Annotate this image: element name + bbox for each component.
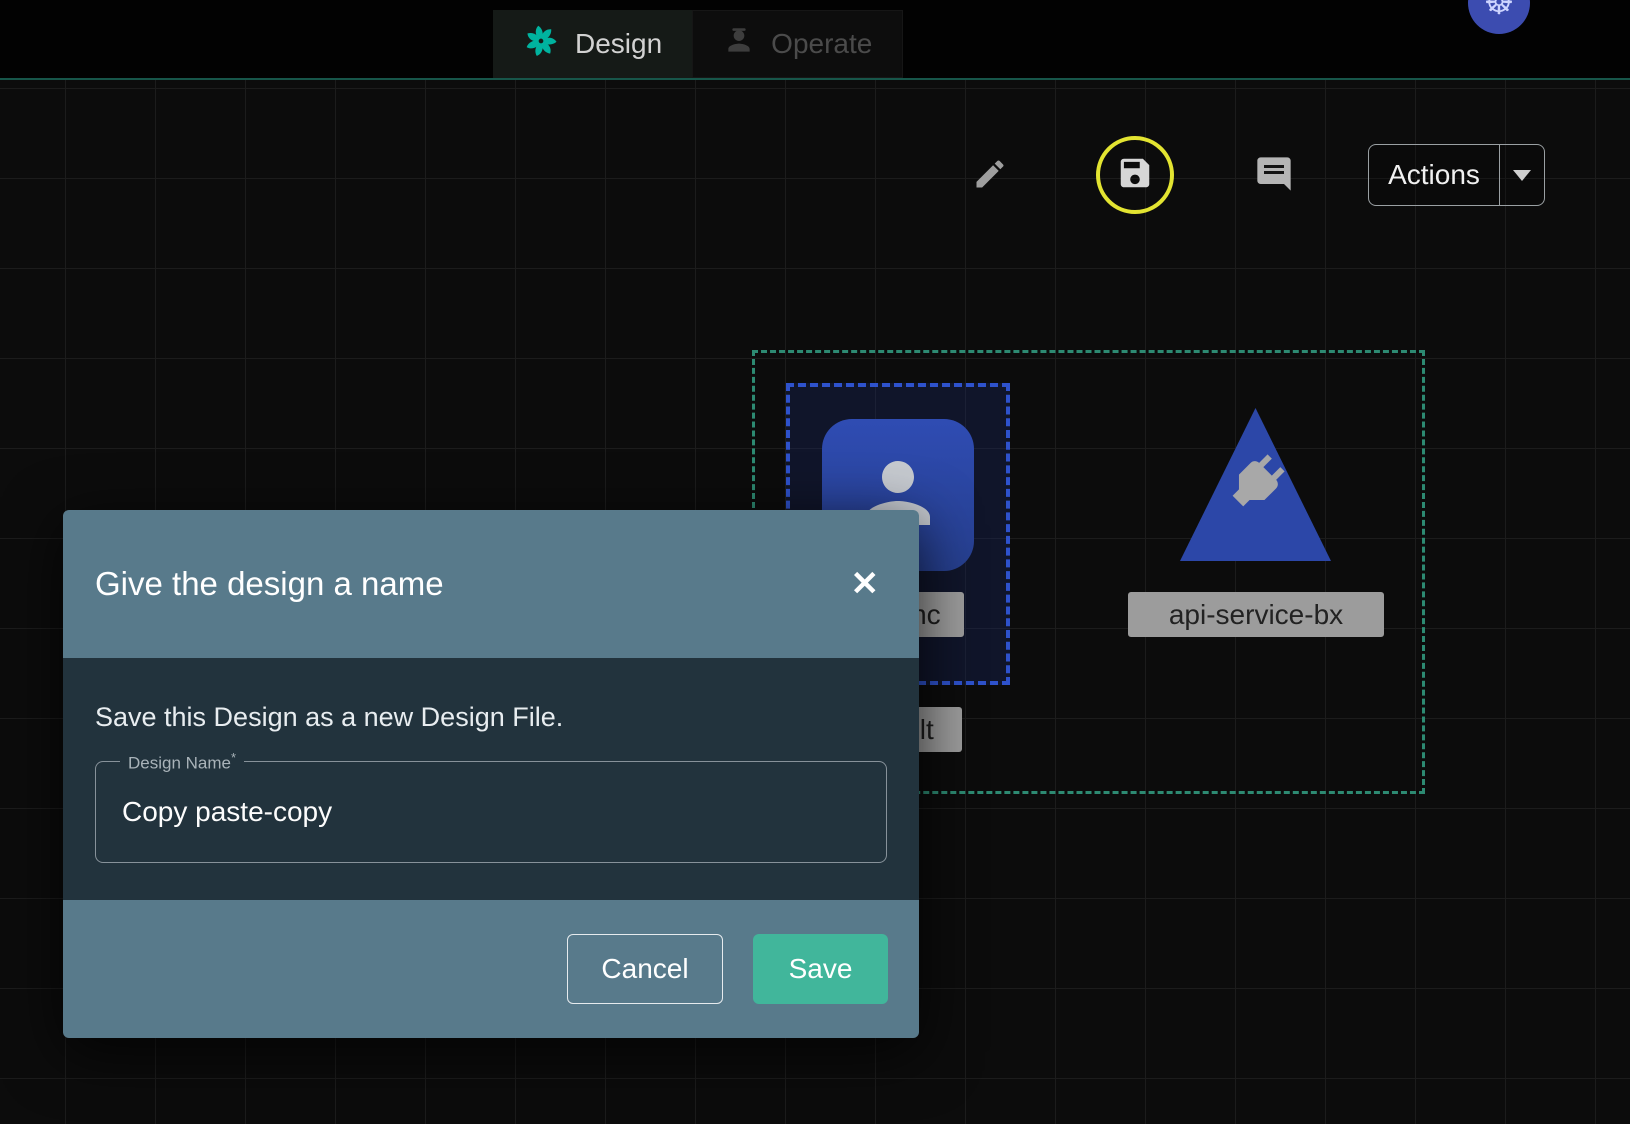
mode-tabs: Design Operate	[493, 10, 903, 78]
tab-operate-label: Operate	[771, 28, 872, 60]
tab-design-label: Design	[575, 28, 662, 60]
user-avatar[interactable]: ☸	[1468, 0, 1530, 34]
pencil-icon	[972, 156, 1008, 197]
chevron-down-icon	[1513, 170, 1531, 181]
actions-button-label: Actions	[1369, 145, 1499, 205]
cancel-button[interactable]: Cancel	[567, 934, 723, 1004]
modal-title: Give the design a name	[95, 565, 444, 603]
tab-operate[interactable]: Operate	[692, 10, 903, 78]
comment-button[interactable]	[1250, 152, 1298, 200]
actions-button[interactable]: Actions	[1368, 144, 1545, 206]
modal-description: Save this Design as a new Design File.	[95, 702, 887, 733]
save-design-modal: Give the design a name ✕ Save this Desig…	[63, 510, 919, 1038]
design-name-input[interactable]	[96, 796, 886, 828]
design-name-field-label-text: Design Name	[128, 754, 231, 773]
edit-button[interactable]	[968, 154, 1012, 198]
design-name-field-label: Design Name*	[120, 750, 244, 774]
modal-footer: Cancel Save	[63, 900, 919, 1038]
api-service-node-label-text: api-service-bx	[1169, 599, 1343, 631]
modal-header: Give the design a name ✕	[63, 510, 919, 658]
avatar-wheel-icon: ☸	[1484, 0, 1514, 23]
actions-dropdown-toggle[interactable]	[1500, 145, 1544, 205]
close-icon[interactable]: ✕	[851, 567, 880, 601]
save-design-button[interactable]	[1096, 136, 1174, 214]
save-button[interactable]: Save	[753, 934, 888, 1004]
design-name-field: Design Name*	[95, 761, 887, 863]
modal-body: Save this Design as a new Design File. D…	[63, 658, 919, 900]
app-window: Design Operate ☸	[0, 0, 1630, 1124]
required-asterisk: *	[231, 750, 236, 765]
comment-icon	[1254, 154, 1294, 199]
save-icon	[1116, 154, 1154, 197]
tab-design[interactable]: Design	[493, 10, 692, 78]
design-logo-icon	[523, 23, 559, 66]
top-bar: Design Operate ☸	[0, 0, 1630, 80]
operate-icon	[723, 25, 755, 64]
api-service-node-label[interactable]: api-service-bx	[1128, 592, 1384, 637]
